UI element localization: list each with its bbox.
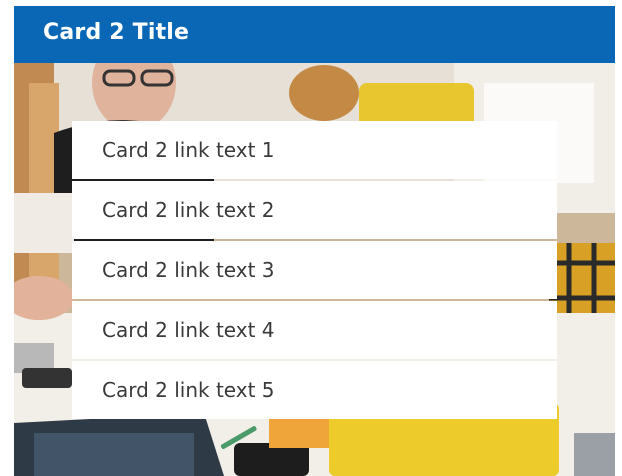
card-link-label[interactable]: Card 2 link text 1 (102, 138, 275, 162)
card-header: Card 2 Title (14, 6, 615, 63)
card-link-list: Card 2 link text 1 Card 2 link text 2 Ca… (72, 121, 557, 421)
card-link-2[interactable]: Card 2 link text 2 (72, 181, 557, 239)
card-link-1[interactable]: Card 2 link text 1 (72, 121, 557, 179)
card-title: Card 2 Title (43, 20, 190, 45)
card-link-4[interactable]: Card 2 link text 4 (72, 301, 557, 359)
card-link-label[interactable]: Card 2 link text 4 (102, 318, 275, 342)
card-link-3[interactable]: Card 2 link text 3 (72, 241, 557, 299)
card-link-label[interactable]: Card 2 link text 2 (102, 198, 275, 222)
card-2: Card 2 Title Card 2 link text 1 Card 2 l… (14, 6, 615, 476)
card-link-5[interactable]: Card 2 link text 5 (72, 361, 557, 419)
card-link-label[interactable]: Card 2 link text 3 (102, 258, 275, 282)
card-link-label[interactable]: Card 2 link text 5 (102, 378, 275, 402)
